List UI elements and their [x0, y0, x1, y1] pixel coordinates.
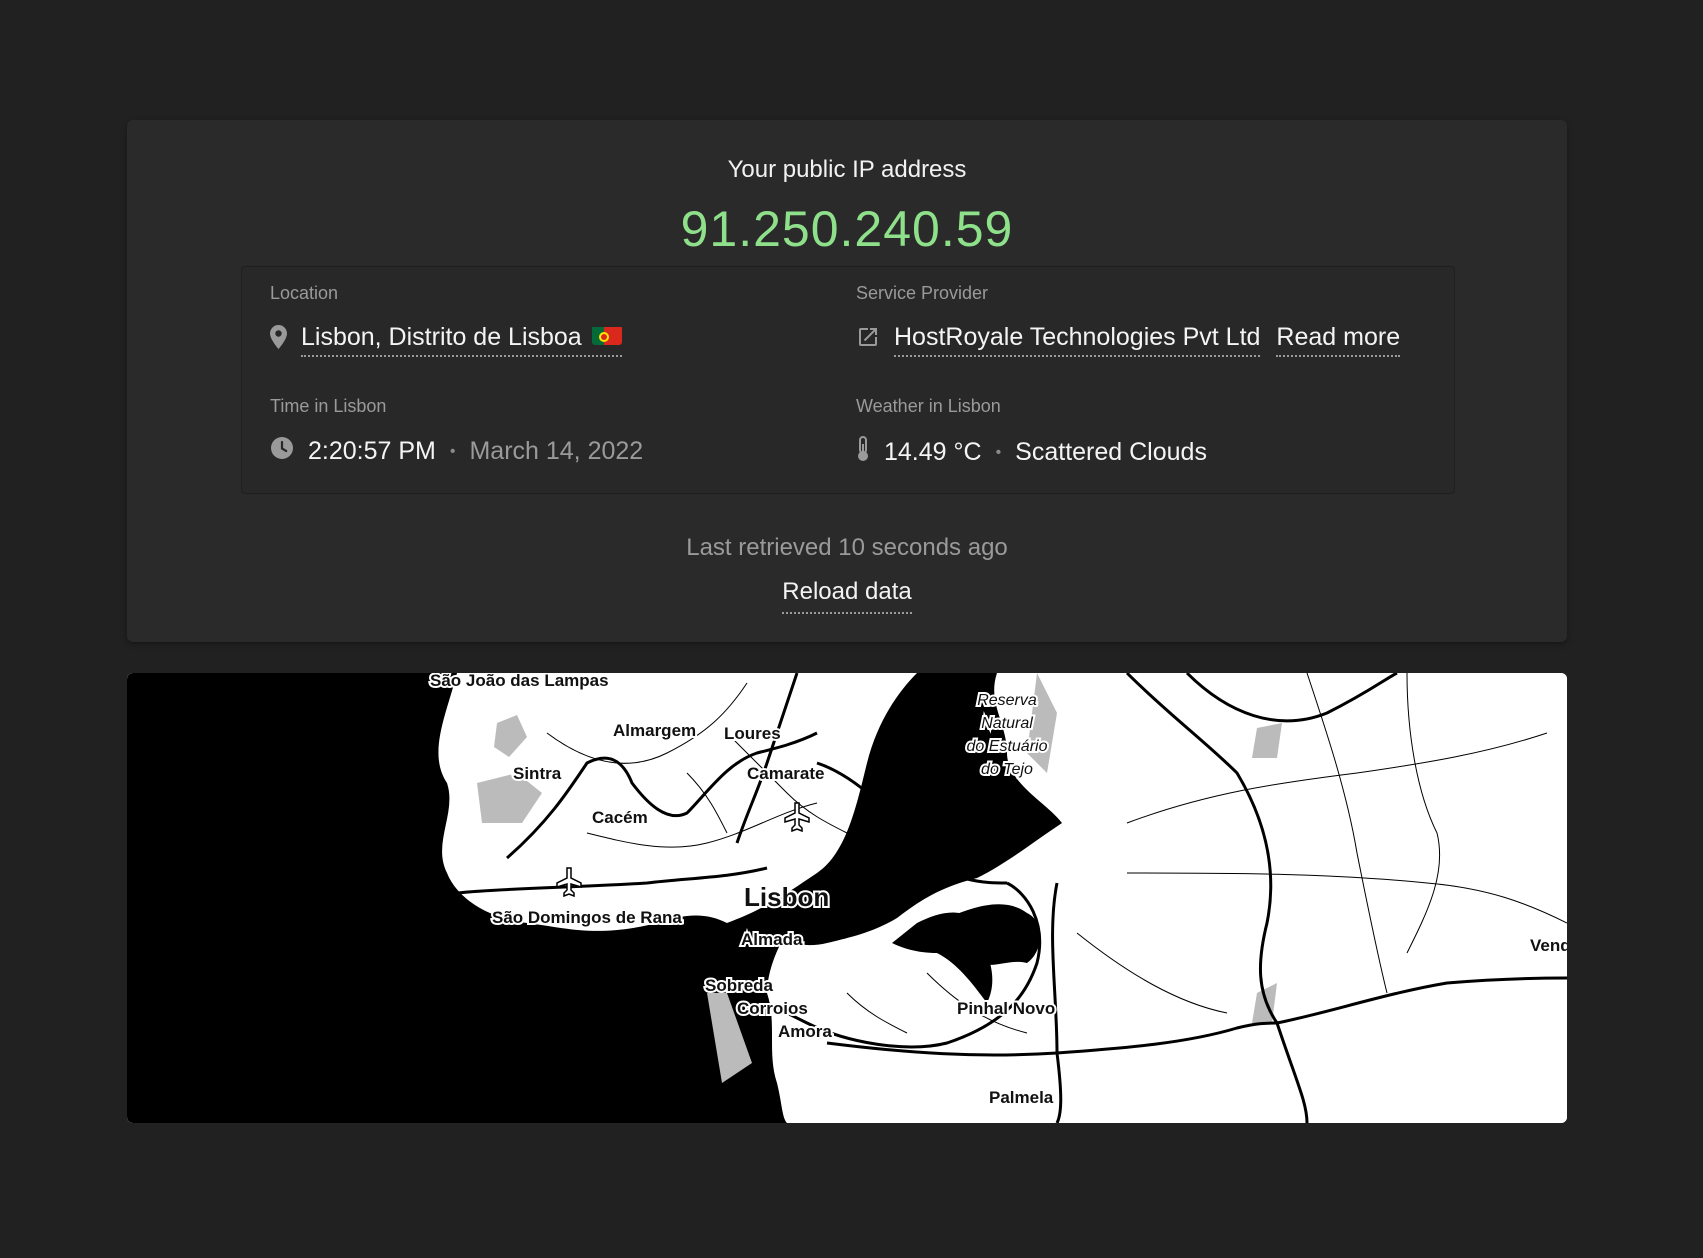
weather-label: Weather in Lisbon — [856, 396, 1001, 416]
map-label: Almargem — [613, 721, 696, 740]
reload-data-button[interactable]: Reload data — [782, 578, 912, 614]
separator-dot: • — [995, 443, 1002, 461]
map-label: Cacém — [592, 808, 648, 827]
local-time: 2:20:57 PM — [308, 437, 436, 465]
time-label: Time in Lisbon — [270, 396, 387, 416]
map-pin-icon — [270, 324, 287, 356]
ip-info-card: Your public IP address 91.250.240.59 Loc… — [127, 120, 1567, 642]
time-value-row: 2:20:57 PM • March 14, 2022 — [270, 436, 643, 467]
map-label: São Domingos de Rana — [492, 908, 682, 927]
map-label: Loures — [724, 724, 781, 743]
map-label: Vend — [1530, 936, 1567, 955]
map-label: do Tejo — [981, 761, 1033, 778]
read-more-link[interactable]: Read more — [1276, 323, 1401, 357]
location-value-row: Lisbon, Distrito de Lisboa — [270, 323, 622, 357]
weather-condition: Scattered Clouds — [1015, 438, 1207, 466]
location-text: Lisbon, Distrito de Lisboa — [301, 323, 582, 351]
map-label: Reserva — [977, 692, 1037, 709]
location-label: Location — [270, 283, 339, 303]
ip-address: 91.250.240.59 — [680, 201, 1014, 257]
map-label: Palmela — [989, 1088, 1054, 1107]
page-title: Your public IP address — [727, 156, 967, 183]
clock-icon — [270, 436, 294, 467]
map-label: Amora — [778, 1022, 832, 1041]
last-retrieved-text: Last retrieved 10 seconds ago — [686, 534, 1008, 561]
map-label: Sobreda — [705, 976, 774, 995]
map-label-city: Lisbon — [744, 882, 829, 912]
provider-label: Service Provider — [856, 283, 989, 303]
map-label: Almada — [741, 930, 803, 949]
provider-value-row: HostRoyale Technologies Pvt Ltd Read mor… — [856, 323, 1401, 357]
separator-dot: • — [449, 442, 456, 460]
local-date: March 14, 2022 — [469, 437, 644, 465]
weather-value-row: 14.49 °C • Scattered Clouds — [856, 436, 1207, 469]
map-label: Natural — [981, 715, 1033, 732]
map-canvas: São João das Lampas Almargem Loures Sint… — [127, 673, 1567, 1123]
map-label: Corroios — [737, 999, 808, 1018]
thermometer-icon — [856, 436, 870, 469]
temperature: 14.49 °C — [884, 438, 982, 466]
map-label: São João das Lampas — [430, 673, 609, 690]
map-label: do Estuário — [967, 738, 1048, 755]
map-label: Sintra — [513, 764, 562, 783]
provider-link[interactable]: HostRoyale Technologies Pvt Ltd — [894, 323, 1261, 357]
portugal-flag-icon — [591, 325, 622, 345]
details-panel: Location Lisbon, Distrito de Lisboa Serv… — [241, 266, 1455, 494]
location-map[interactable]: São João das Lampas Almargem Loures Sint… — [127, 673, 1567, 1123]
location-link[interactable]: Lisbon, Distrito de Lisboa — [301, 323, 622, 357]
external-link-icon — [856, 325, 880, 356]
map-label: Camarate — [747, 764, 825, 783]
map-label: Pinhal Novo — [957, 999, 1055, 1018]
